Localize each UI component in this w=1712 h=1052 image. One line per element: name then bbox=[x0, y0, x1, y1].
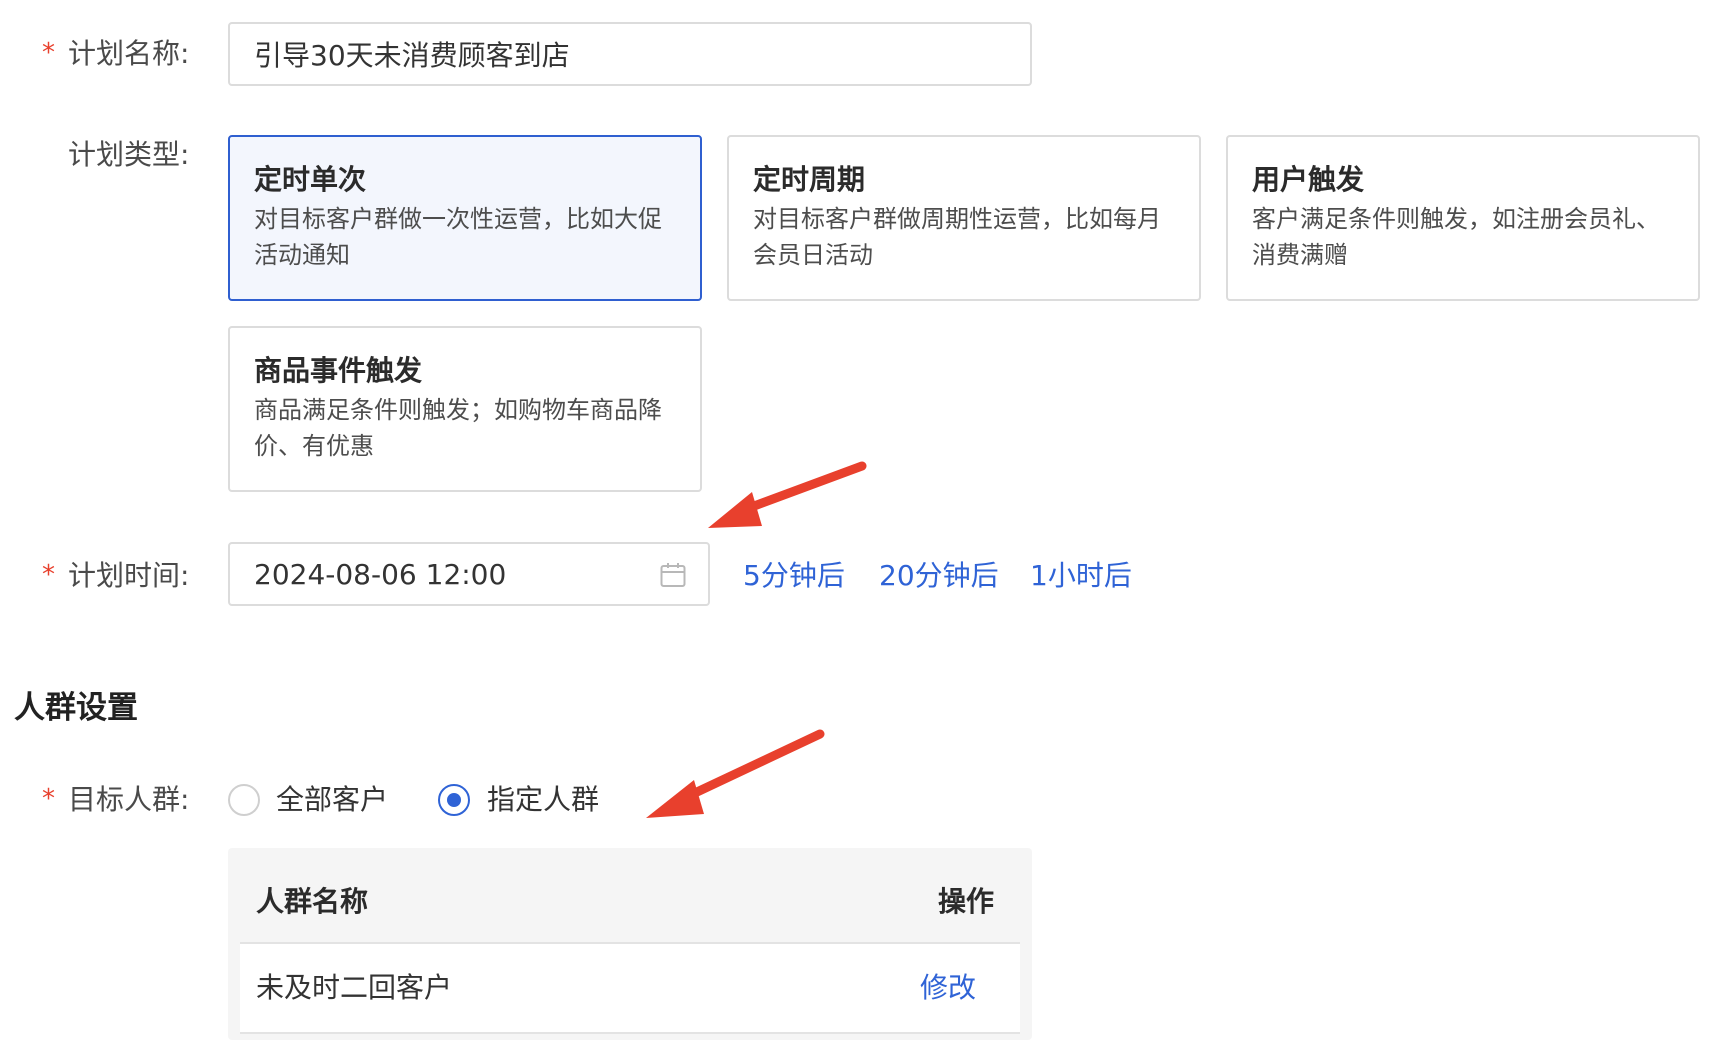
annotation-arrow bbox=[646, 729, 825, 818]
annotation-arrows bbox=[646, 461, 867, 818]
campaign-plan-form: * 计划名称: 引导30天未消费顾客到店 计划类型: 定时单次 对目标客户群做一… bbox=[0, 0, 1712, 1052]
annotation-arrow bbox=[708, 461, 867, 528]
